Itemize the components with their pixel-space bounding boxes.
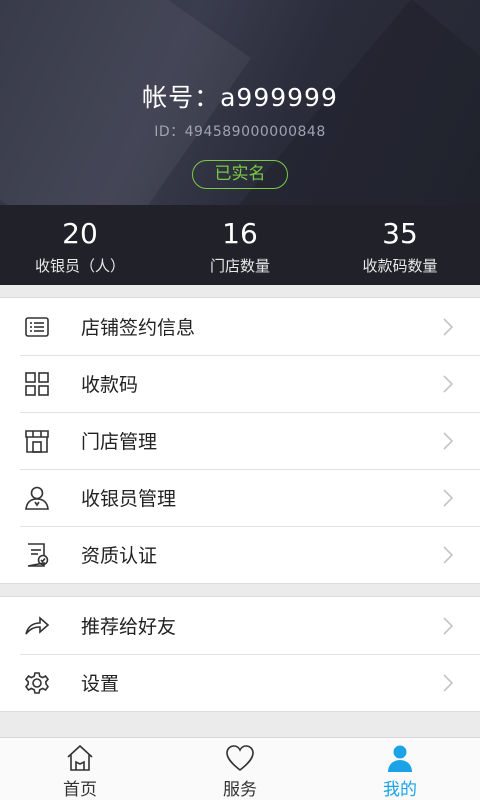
menu-item-label: 设置	[81, 673, 120, 695]
menu-item-label: 门店管理	[81, 431, 158, 453]
chevron-right-icon	[443, 432, 454, 450]
menu-item-label: 店铺签约信息	[81, 317, 196, 339]
tab-service[interactable]: 服务	[160, 738, 320, 800]
chevron-right-icon	[443, 617, 454, 635]
menu-group-secondary: 推荐给好友 设置	[0, 596, 480, 712]
tab-label: 我的	[383, 780, 417, 800]
stat-label: 收银员（人）	[34, 257, 125, 275]
chevron-right-icon	[443, 674, 454, 692]
menu-group-main: 店铺签约信息 收款码 门店管理 收银员管理 资质认证	[0, 297, 480, 584]
account-id: ID：494589000000848	[154, 124, 326, 140]
stat-value: 20	[62, 217, 98, 250]
menu-item-qualification[interactable]: 资质认证	[0, 526, 480, 583]
verified-badge: 已实名	[192, 160, 288, 189]
cashier-user-icon	[25, 486, 49, 510]
certificate-icon	[27, 543, 49, 567]
profile-page: 帐号：a999999 ID：494589000000848 已实名 20 收银员…	[0, 0, 480, 800]
chevron-right-icon	[443, 546, 454, 564]
stat-stores[interactable]: 16 门店数量	[160, 205, 320, 285]
qr-code-icon	[25, 372, 49, 396]
tab-mine[interactable]: 我的	[320, 738, 480, 800]
gear-icon	[24, 672, 50, 694]
stat-label: 收款码数量	[362, 257, 438, 275]
stat-qr-codes[interactable]: 35 收款码数量	[320, 205, 480, 285]
tab-home[interactable]: 首页	[0, 738, 160, 800]
menu-item-label: 收银员管理	[81, 488, 177, 510]
menu-item-label: 资质认证	[81, 545, 158, 567]
menu-item-label: 收款码	[81, 374, 139, 396]
bottom-nav: 首页 服务 我的	[0, 737, 480, 800]
profile-icon	[388, 745, 412, 772]
tab-label: 服务	[223, 780, 257, 800]
home-icon	[67, 744, 93, 771]
menu-item-settings[interactable]: 设置	[0, 654, 480, 711]
chevron-right-icon	[443, 375, 454, 393]
menu-item-recommend[interactable]: 推荐给好友	[0, 597, 480, 654]
menu-item-label: 推荐给好友	[81, 616, 177, 638]
storefront-icon	[25, 430, 49, 453]
stat-value: 35	[382, 217, 418, 250]
tab-label: 首页	[63, 780, 97, 800]
menu-item-cashier-management[interactable]: 收银员管理	[0, 469, 480, 526]
share-icon	[25, 616, 50, 635]
chevron-right-icon	[443, 489, 454, 507]
stat-label: 门店数量	[209, 257, 270, 275]
stat-value: 16	[222, 217, 258, 250]
account-name: 帐号：a999999	[142, 83, 338, 112]
chevron-right-icon	[443, 318, 454, 336]
menu-item-store-management[interactable]: 门店管理	[0, 412, 480, 469]
heart-icon	[226, 745, 254, 772]
store-contract-icon	[25, 317, 49, 337]
menu-item-store-contract[interactable]: 店铺签约信息	[0, 298, 480, 355]
profile-header: 帐号：a999999 ID：494589000000848 已实名	[0, 0, 480, 205]
menu-item-qr-code[interactable]: 收款码	[0, 355, 480, 412]
stats-bar: 20 收银员（人） 16 门店数量 35 收款码数量	[0, 205, 480, 285]
stat-cashiers[interactable]: 20 收银员（人）	[0, 205, 160, 285]
